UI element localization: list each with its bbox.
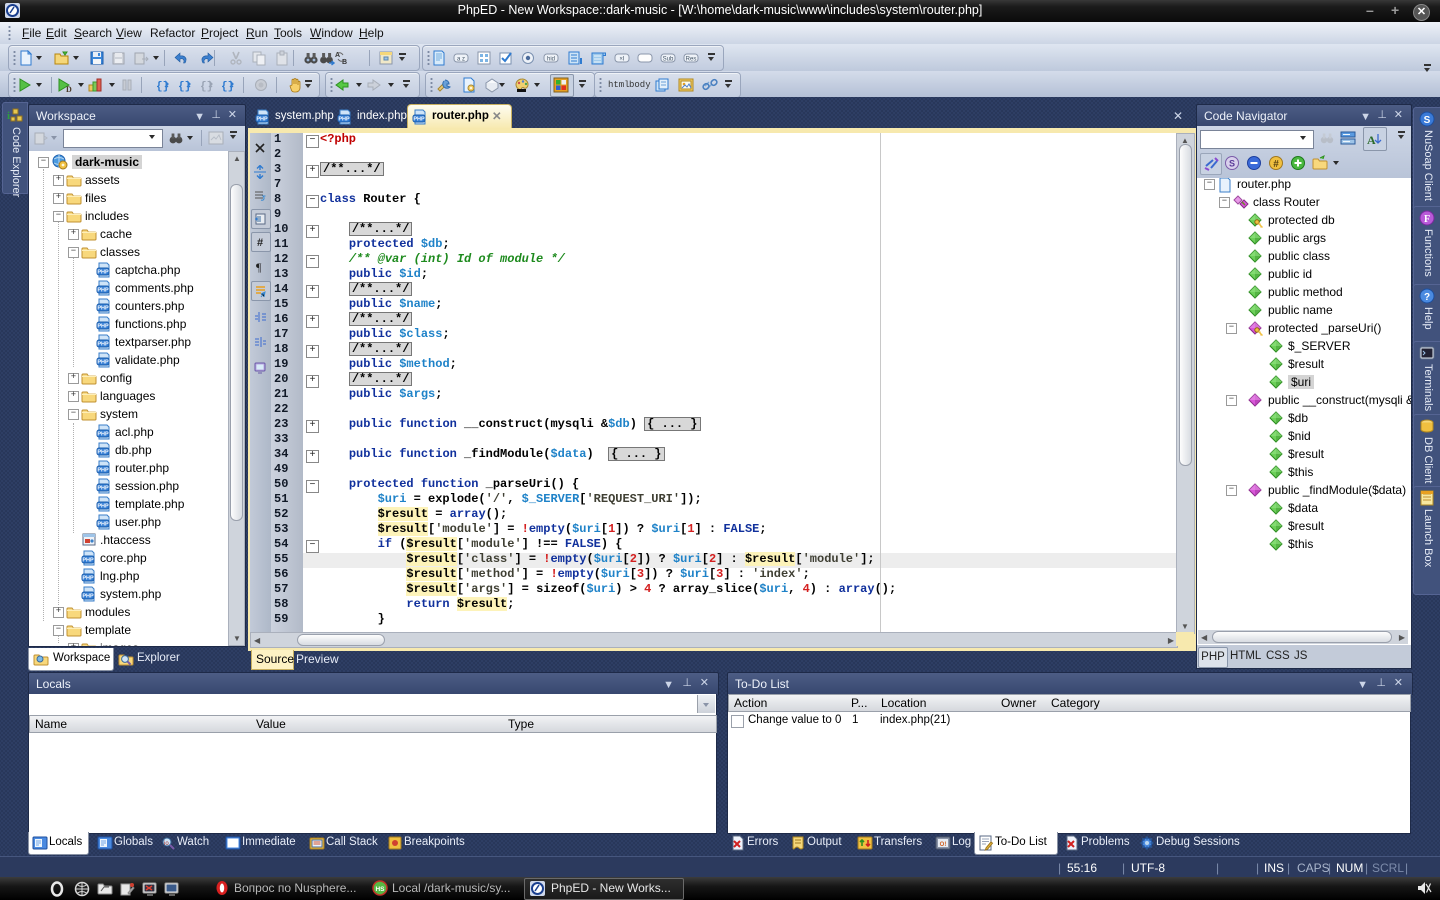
svg-text:PHP: PHP bbox=[97, 450, 109, 456]
svg-text:PHP: PHP bbox=[97, 306, 109, 312]
svg-text:#: # bbox=[1273, 159, 1279, 170]
svg-text:D: D bbox=[66, 85, 72, 93]
svg-text:Sub: Sub bbox=[663, 57, 674, 63]
svg-text:PHP: PHP bbox=[82, 594, 94, 600]
svg-text:#: # bbox=[257, 237, 263, 249]
svg-text:S: S bbox=[1229, 159, 1235, 169]
svg-text:PHP: PHP bbox=[256, 117, 268, 123]
svg-text:PHP: PHP bbox=[97, 486, 109, 492]
svg-text:PHP: PHP bbox=[97, 342, 109, 348]
svg-text:?: ? bbox=[1424, 292, 1430, 303]
svg-text:PHP: PHP bbox=[97, 522, 109, 528]
svg-text:S: S bbox=[1424, 115, 1431, 126]
svg-text:PHP: PHP bbox=[97, 360, 109, 366]
svg-text:O!: O! bbox=[940, 842, 947, 848]
svg-text:PHP: PHP bbox=[82, 558, 94, 564]
svg-text:io: io bbox=[164, 841, 169, 847]
svg-text:PHP: PHP bbox=[97, 504, 109, 510]
svg-text:Res: Res bbox=[686, 57, 697, 63]
svg-text:PHP: PHP bbox=[97, 270, 109, 276]
svg-text:PHP: PHP bbox=[413, 117, 425, 123]
svg-text:PHP: PHP bbox=[97, 468, 109, 474]
svg-text:PHP: PHP bbox=[338, 117, 350, 123]
svg-text:A: A bbox=[1367, 133, 1376, 147]
svg-text:×I: ×I bbox=[619, 57, 625, 63]
svg-text:¶: ¶ bbox=[256, 260, 262, 273]
svg-text:a z: a z bbox=[457, 57, 465, 63]
svg-text:F: F bbox=[1424, 214, 1430, 225]
svg-text:HS: HS bbox=[375, 886, 385, 893]
svg-text:hid: hid bbox=[547, 57, 555, 63]
svg-text:PHP: PHP bbox=[97, 324, 109, 330]
svg-text:i: i bbox=[7, 110, 10, 122]
svg-text:PHP: PHP bbox=[97, 432, 109, 438]
svg-text:PHP: PHP bbox=[82, 576, 94, 582]
svg-text:PHP: PHP bbox=[97, 288, 109, 294]
